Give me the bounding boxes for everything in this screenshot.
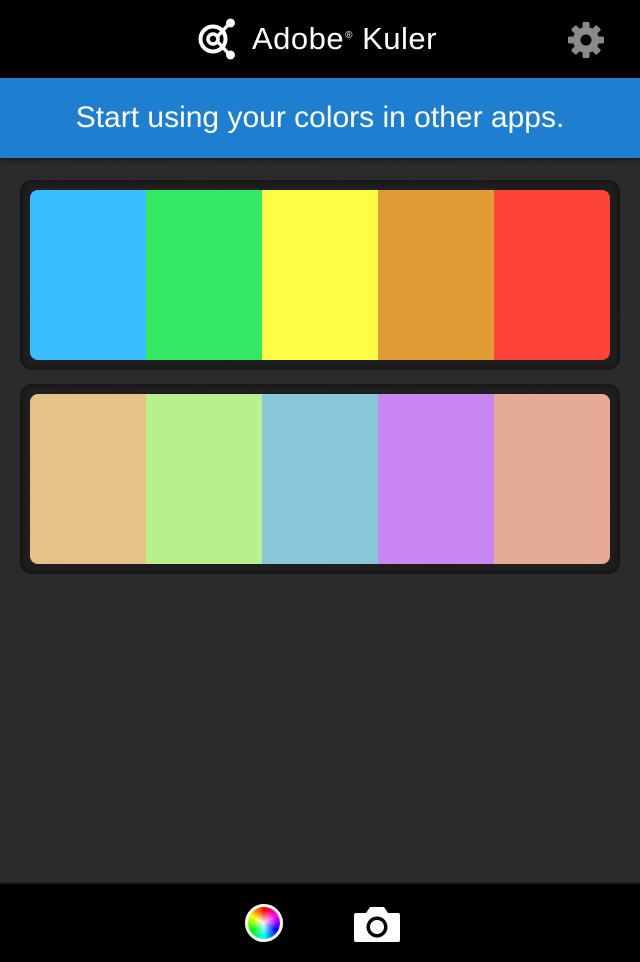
- color-swatch: [30, 394, 146, 564]
- color-swatch: [146, 394, 262, 564]
- color-swatch: [30, 190, 146, 360]
- theme-card[interactable]: [20, 180, 620, 370]
- color-swatch: [262, 190, 378, 360]
- bottom-toolbar: [0, 882, 640, 962]
- color-swatch: [262, 394, 378, 564]
- color-swatch: [378, 190, 494, 360]
- app-title: Adobe® Kuler: [252, 21, 437, 57]
- notification-banner[interactable]: Start using your colors in other apps.: [0, 78, 640, 158]
- gear-icon: [568, 22, 604, 58]
- theme-swatches: [30, 190, 610, 360]
- banner-text: Start using your colors in other apps.: [75, 101, 565, 134]
- banner-pointer: [570, 140, 602, 156]
- color-wheel-icon[interactable]: [245, 904, 283, 942]
- app-brand: Adobe® Kuler: [196, 16, 437, 62]
- color-swatch: [494, 190, 610, 360]
- kuler-logo-icon: [198, 18, 235, 60]
- color-swatch: [378, 394, 494, 564]
- theme-swatches: [30, 394, 610, 564]
- color-swatch: [494, 394, 610, 564]
- camera-icon: [354, 907, 400, 942]
- settings-button[interactable]: [566, 20, 606, 60]
- registered-mark: ®: [345, 29, 354, 41]
- theme-card[interactable]: [20, 384, 620, 574]
- camera-button[interactable]: [352, 904, 402, 944]
- app-header: Adobe® Kuler: [0, 0, 640, 78]
- color-swatch: [146, 190, 262, 360]
- app-title-suffix: Kuler: [353, 21, 437, 56]
- app-title-prefix: Adobe: [252, 21, 345, 56]
